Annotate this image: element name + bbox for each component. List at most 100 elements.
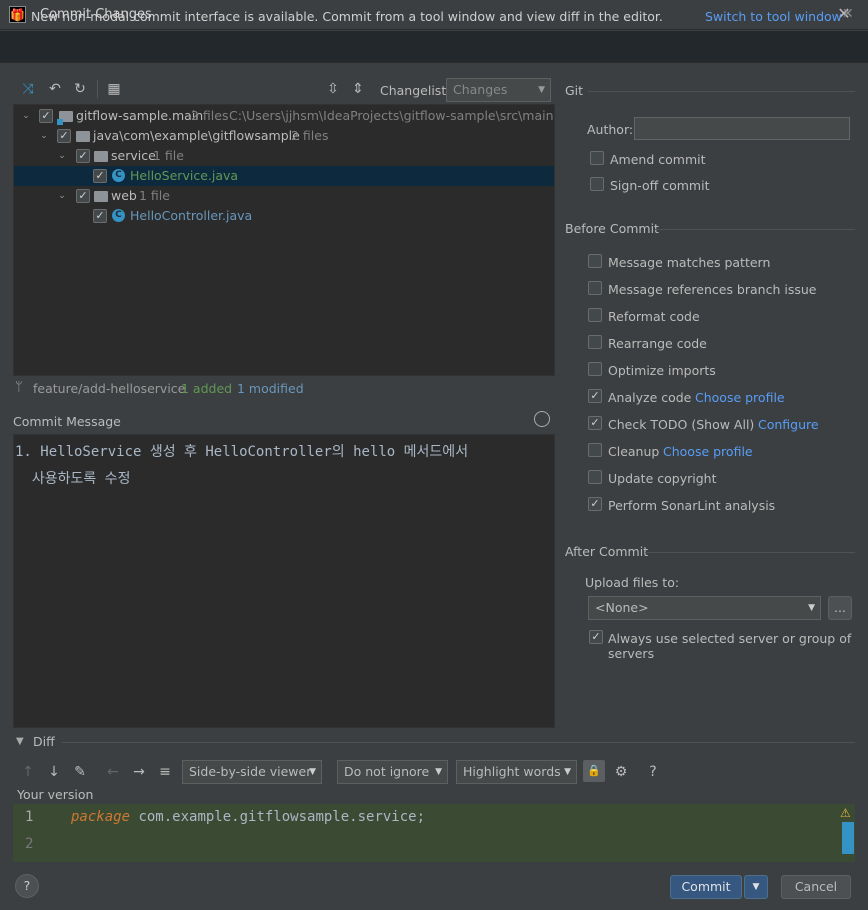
chevron-down-icon[interactable]: ⌄ — [20, 106, 32, 126]
before-commit-checkbox[interactable]: ✓ — [588, 416, 602, 430]
collapse-all-icon[interactable]: ⇕ — [348, 79, 368, 99]
chevron-down-icon: ▼ — [808, 603, 815, 613]
tree-row[interactable]: ✓ C HelloController.java — [14, 206, 554, 226]
checkbox[interactable]: ✓ — [39, 109, 53, 123]
edit-source-icon[interactable]: ✎ — [70, 762, 90, 782]
lock-icon[interactable]: 🔒 — [583, 760, 605, 782]
code-text: com.example.gitflowsample.service; — [130, 809, 426, 825]
next-diff-icon[interactable]: ↓ — [44, 762, 64, 782]
java-class-icon: C — [112, 169, 125, 182]
viewer-select[interactable]: Side-by-side viewer ▼ — [182, 760, 322, 784]
before-commit-checkbox[interactable]: ✓ — [588, 497, 602, 511]
next-file-icon[interactable]: → — [129, 762, 149, 782]
folder-icon — [94, 151, 108, 162]
switch-to-tool-window-link[interactable]: Switch to tool window — [705, 9, 842, 24]
browse-servers-button[interactable]: ... — [828, 596, 852, 620]
tree-item-label: service — [111, 148, 156, 163]
chevron-down-icon: ▼ — [564, 767, 571, 777]
code-keyword: package — [71, 809, 131, 825]
before-commit-checkbox[interactable] — [588, 254, 602, 268]
gear-icon[interactable]: ⚙ — [611, 762, 631, 782]
refresh-icon[interactable]: ↻ — [70, 79, 90, 99]
tree-row[interactable]: ⌄ ✓ service 1 file — [14, 146, 554, 166]
branch-icon: ᛘ — [15, 380, 23, 395]
line-number: 2 — [25, 836, 34, 852]
upload-files-label: Upload files to: — [585, 575, 680, 590]
branch-name: feature/add-helloservice — [33, 381, 186, 396]
before-commit-link[interactable]: Choose profile — [663, 444, 753, 459]
commit-message-label: Commit Message — [13, 414, 121, 429]
prev-file-icon[interactable]: ← — [103, 762, 123, 782]
chevron-down-icon[interactable]: ⌄ — [56, 186, 68, 206]
prev-diff-icon[interactable]: ↑ — [18, 762, 38, 782]
commit-options-chevron-icon[interactable]: ▼ — [744, 875, 768, 899]
java-class-icon: C — [112, 209, 125, 222]
ignore-value: Do not ignore — [344, 764, 430, 779]
changelist-select[interactable]: Changes ▼ — [446, 78, 551, 102]
checkbox[interactable]: ✓ — [93, 209, 107, 223]
tree-row[interactable]: ⌄ ✓ gitflow-sample.main 2 files C:\Users… — [14, 106, 554, 126]
before-commit-label: Check TODO (Show All) — [608, 417, 755, 432]
before-commit-label: Rearrange code — [608, 336, 707, 351]
before-commit-link[interactable]: Configure — [758, 417, 819, 432]
section-divider — [655, 229, 855, 230]
diff-marker-stripe — [842, 822, 854, 854]
tree-row-selected[interactable]: ✓ C HelloService.java — [14, 166, 554, 186]
ignore-select[interactable]: Do not ignore ▼ — [337, 760, 448, 784]
before-commit-link[interactable]: Choose profile — [695, 390, 785, 405]
group-by-icon[interactable]: ▦ — [104, 79, 124, 99]
help-icon[interactable]: ? — [643, 762, 663, 782]
collapse-diff-icon[interactable]: ▼ — [16, 736, 24, 747]
modified-count: 1 modified — [237, 381, 304, 396]
commit-message-line: 1. HelloService 생성 후 HelloController의 he… — [15, 444, 469, 460]
chevron-down-icon: ▼ — [435, 767, 442, 777]
amend-checkbox[interactable] — [590, 151, 604, 165]
before-commit-label: Perform SonarLint analysis — [608, 498, 776, 513]
checkbox[interactable]: ✓ — [57, 129, 71, 143]
signoff-checkbox[interactable] — [590, 177, 604, 191]
before-commit-checkbox[interactable] — [588, 335, 602, 349]
history-clock-icon[interactable] — [534, 411, 550, 427]
checkbox[interactable]: ✓ — [76, 189, 90, 203]
before-commit-checkbox[interactable]: ✓ — [588, 389, 602, 403]
checkbox[interactable]: ✓ — [76, 149, 90, 163]
before-commit-checkbox[interactable] — [588, 281, 602, 295]
highlight-select[interactable]: Highlight words ▼ — [456, 760, 577, 784]
before-commit-label: Optimize imports — [608, 363, 716, 378]
commit-message-editor[interactable]: 1. HelloService 생성 후 HelloController의 he… — [13, 434, 555, 728]
git-section-title: Git — [565, 83, 584, 98]
upload-server-select[interactable]: <None> ▼ — [588, 596, 821, 620]
banner-close-icon[interactable]: ✕ — [842, 6, 854, 22]
diff-title: Diff — [33, 734, 55, 749]
chevron-down-icon[interactable]: ⌄ — [56, 146, 68, 166]
show-diff-icon[interactable]: ⤨ — [18, 79, 38, 99]
file-count: 2 files — [191, 108, 229, 123]
always-use-checkbox[interactable]: ✓ — [589, 630, 603, 644]
before-commit-checkbox[interactable] — [588, 308, 602, 322]
changes-tree: ⌄ ✓ gitflow-sample.main 2 files C:\Users… — [13, 104, 555, 376]
chevron-down-icon: ▼ — [309, 767, 316, 777]
upload-server-value: <None> — [595, 600, 649, 615]
diff-editor[interactable]: 1 package com.example.gitflowsample.serv… — [13, 804, 855, 862]
commit-message-line: 사용하도록 수정 — [15, 471, 131, 487]
changelist-label: Changelist: — [380, 83, 451, 98]
file-count: 2 files — [291, 128, 329, 143]
chevron-down-icon[interactable]: ⌄ — [38, 126, 50, 146]
tree-item-label: HelloService.java — [130, 168, 239, 183]
tree-item-label: gitflow-sample.main — [76, 108, 204, 123]
before-commit-checkbox[interactable] — [588, 470, 602, 484]
tree-row[interactable]: ⌄ ✓ java\com\example\gitflowsample 2 fil… — [14, 126, 554, 146]
file-list-icon[interactable]: ≡ — [155, 762, 175, 782]
cancel-button[interactable]: Cancel — [781, 875, 851, 899]
rollback-icon[interactable]: ↶ — [45, 79, 65, 99]
module-path: C:\Users\jjhsm\IdeaProjects\gitflow-samp… — [229, 108, 554, 123]
tree-row[interactable]: ⌄ ✓ web 1 file — [14, 186, 554, 206]
before-commit-checkbox[interactable] — [588, 443, 602, 457]
commit-button[interactable]: Commit — [670, 875, 742, 899]
author-input[interactable] — [634, 117, 850, 140]
expand-all-icon[interactable]: ⇳ — [323, 79, 343, 99]
checkbox[interactable]: ✓ — [93, 169, 107, 183]
before-commit-checkbox[interactable] — [588, 362, 602, 376]
help-button[interactable]: ? — [15, 874, 39, 898]
warning-icon: ⚠ — [840, 806, 851, 820]
